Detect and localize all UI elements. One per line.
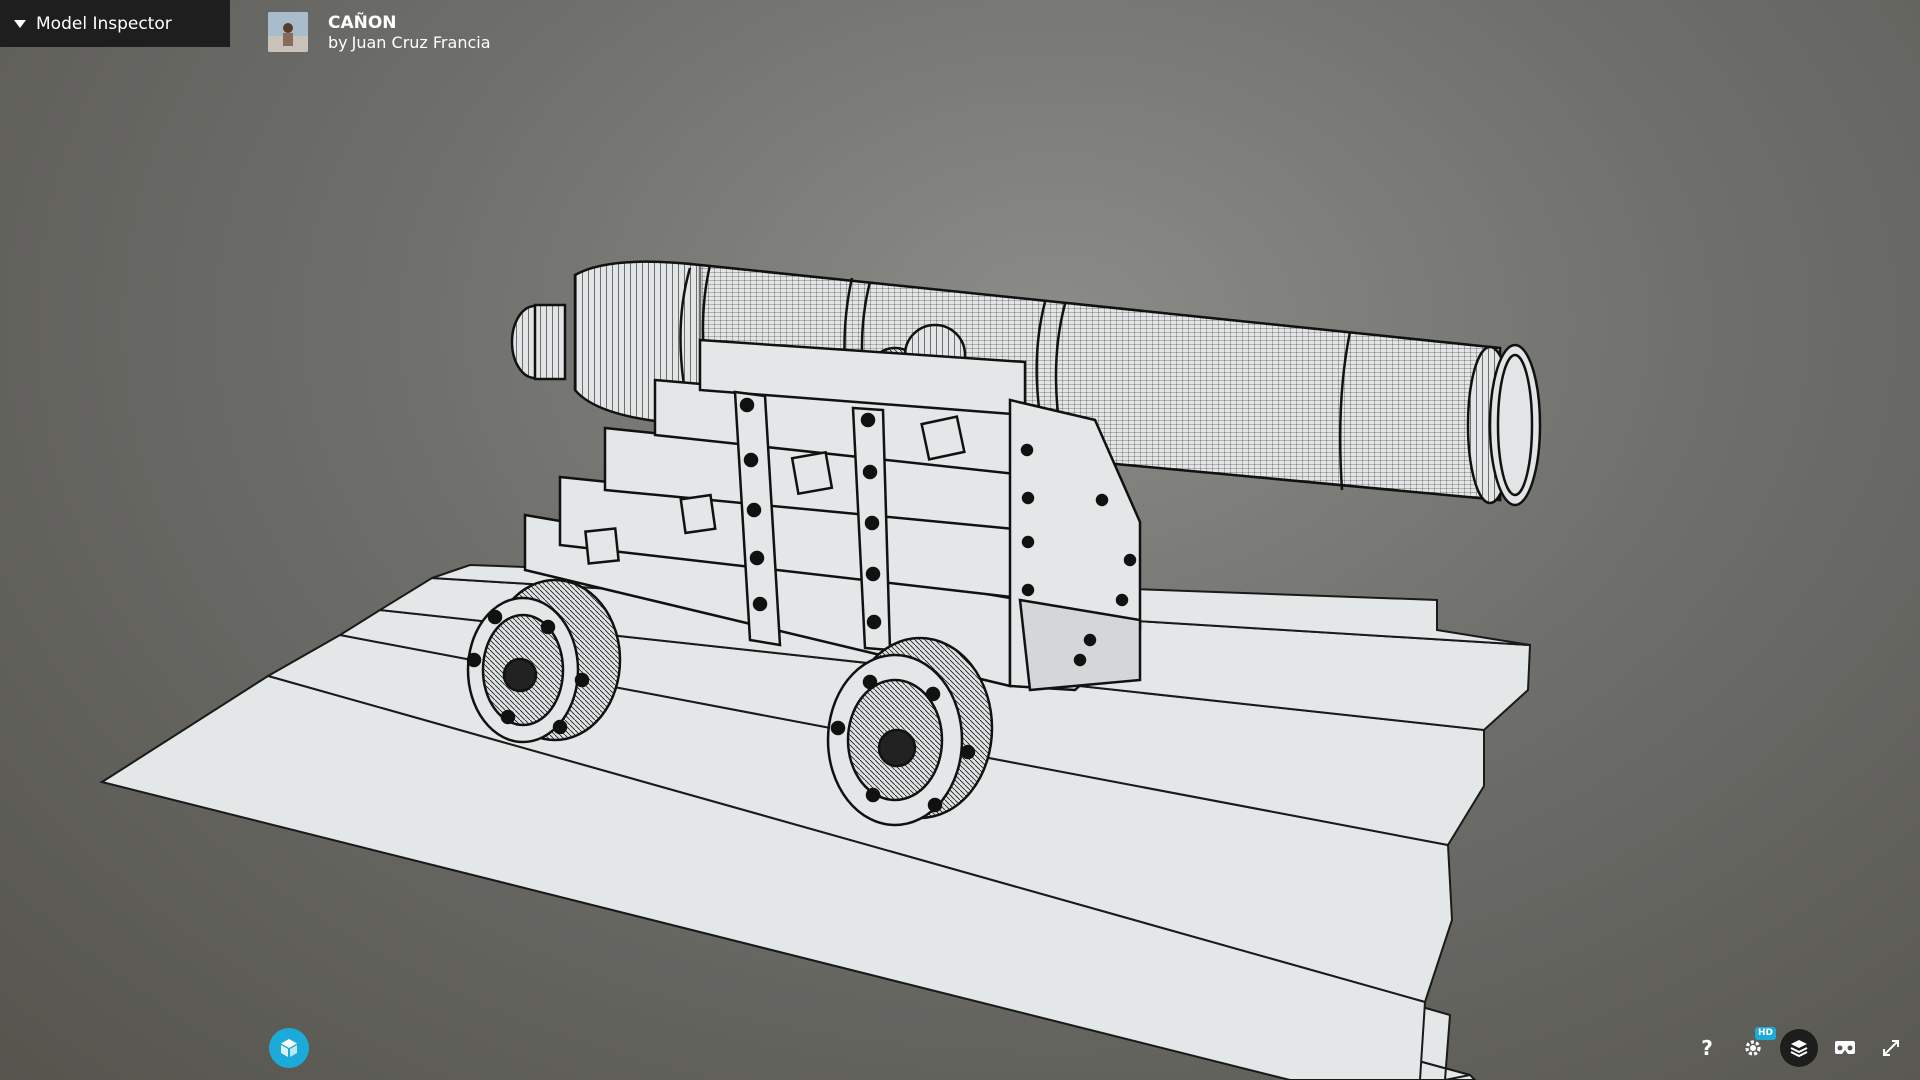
author-name[interactable]: Juan Cruz Francia [352, 33, 491, 52]
layers-button[interactable] [1780, 1029, 1818, 1067]
vr-button[interactable] [1826, 1030, 1864, 1066]
help-button[interactable]: ? [1688, 1030, 1726, 1066]
settings-button[interactable]: HD [1734, 1027, 1777, 1066]
cannon-model[interactable] [0, 0, 1920, 1080]
author-prefix: by [328, 33, 348, 52]
fullscreen-icon [1883, 1040, 1899, 1056]
model-title[interactable]: CAÑON [328, 13, 491, 33]
deck-planks [99, 563, 1532, 1080]
fullscreen-button[interactable] [1872, 1030, 1910, 1066]
3d-viewport[interactable] [0, 0, 1920, 1080]
help-icon: ? [1701, 1036, 1713, 1060]
model-info: CAÑON by Juan Cruz Francia [268, 12, 491, 53]
sketchfab-logo-icon[interactable] [269, 1028, 309, 1068]
inspector-label: Model Inspector [36, 13, 172, 34]
model-inspector-toggle[interactable]: Model Inspector [0, 0, 230, 47]
settings-icon [1745, 1040, 1761, 1056]
hd-badge: HD [1755, 1027, 1777, 1040]
author-line: by Juan Cruz Francia [328, 33, 491, 53]
vr-icon [1835, 1041, 1855, 1054]
caret-down-icon [14, 17, 28, 31]
layers-icon [1790, 1040, 1808, 1058]
author-avatar[interactable] [268, 12, 308, 52]
viewer-controls: ? HD [1688, 1027, 1910, 1067]
